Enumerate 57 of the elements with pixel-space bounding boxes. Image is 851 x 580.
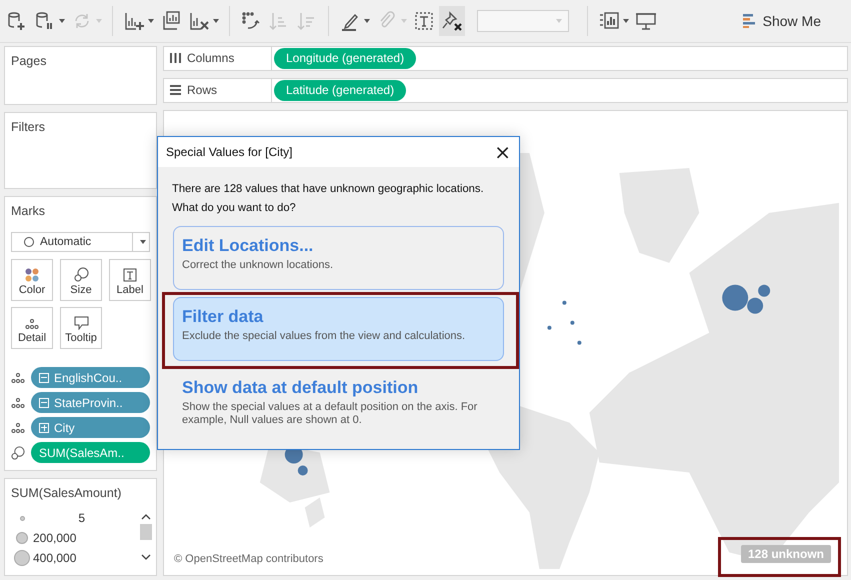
option-title: Filter data xyxy=(182,307,264,327)
color-dots-icon xyxy=(25,268,39,282)
add-chart-icon xyxy=(123,10,145,32)
expand-icon[interactable] xyxy=(39,422,49,432)
option-description: Show the special values at a default position on the axis. For example, Null values are shown at 0. xyxy=(182,401,478,427)
map-attribution: © OpenStreetMap contributors xyxy=(174,553,324,565)
dots-icon xyxy=(11,396,25,408)
columns-icon xyxy=(170,53,181,64)
option-description: Exclude the special values from the view and calculations. xyxy=(182,330,466,343)
speech-bubble-icon xyxy=(74,316,88,330)
option-title: Edit Locations... xyxy=(182,236,314,256)
option-button[interactable]: Filter data Exclude the special values from the view and calculations. xyxy=(173,297,504,361)
mark-card[interactable]: Tooltip xyxy=(60,307,102,349)
shelf-label: Rows xyxy=(187,83,218,98)
field-pill[interactable]: StateProvin.. xyxy=(31,392,150,413)
dots-icon xyxy=(11,422,25,434)
field-pill[interactable]: City xyxy=(31,417,150,438)
clear-chart-icon xyxy=(188,10,210,32)
dots-icon xyxy=(11,372,25,384)
size-circles-icon xyxy=(74,267,88,282)
collapse-icon[interactable] xyxy=(39,372,49,382)
panel-title: Filters xyxy=(11,120,46,134)
mark-card[interactable]: Color xyxy=(11,259,53,301)
close-button[interactable]: × xyxy=(494,142,511,162)
shelf-label: Columns xyxy=(187,51,234,66)
pin-icon xyxy=(441,10,463,32)
panel-title: Marks xyxy=(11,204,46,218)
show-me-button[interactable]: Show Me xyxy=(736,12,827,30)
size-circle-icon xyxy=(14,550,30,566)
mark-type-dropdown[interactable]: Automatic xyxy=(11,232,150,252)
bar-chart-icon xyxy=(742,14,757,28)
mark-card[interactable]: Size xyxy=(60,259,102,301)
mark-card[interactable]: Label xyxy=(109,259,151,301)
mark-card[interactable]: Detail xyxy=(11,307,53,349)
legend-label: 200,000 xyxy=(33,531,76,545)
legend-label: 400,000 xyxy=(33,551,76,565)
option-button[interactable]: Show data at default position Show the special values at a default position on the axis. For example, Null values are shown at 0. xyxy=(173,368,504,437)
size-circle-icon xyxy=(16,532,28,544)
dialog-title: Special Values for [City] xyxy=(166,145,292,159)
dialog-message: What do you want to do? xyxy=(172,201,297,216)
field-pill[interactable]: EnglishCou.. xyxy=(31,367,150,388)
text-box-icon xyxy=(413,10,435,32)
option-button[interactable]: Edit Locations... Correct the unknown locations. xyxy=(173,226,504,290)
panel-title: SUM(SalesAmount) xyxy=(11,486,122,500)
panel-title: Pages xyxy=(11,54,48,68)
option-title: Show data at default position xyxy=(182,378,420,398)
size-circle-icon xyxy=(20,516,24,520)
collapse-icon[interactable] xyxy=(39,398,49,408)
dots-icon xyxy=(25,318,39,330)
size-circles-icon xyxy=(11,446,25,460)
dialog-message: There are 128 values that have unknown geographic locations. xyxy=(172,182,485,197)
toolbar-button[interactable] xyxy=(439,6,465,36)
swap-icon xyxy=(240,10,262,32)
option-description: Correct the unknown locations. xyxy=(182,259,334,272)
rows-icon xyxy=(170,85,181,96)
text-label-icon xyxy=(123,268,137,282)
legend-label: 5 xyxy=(77,511,85,525)
